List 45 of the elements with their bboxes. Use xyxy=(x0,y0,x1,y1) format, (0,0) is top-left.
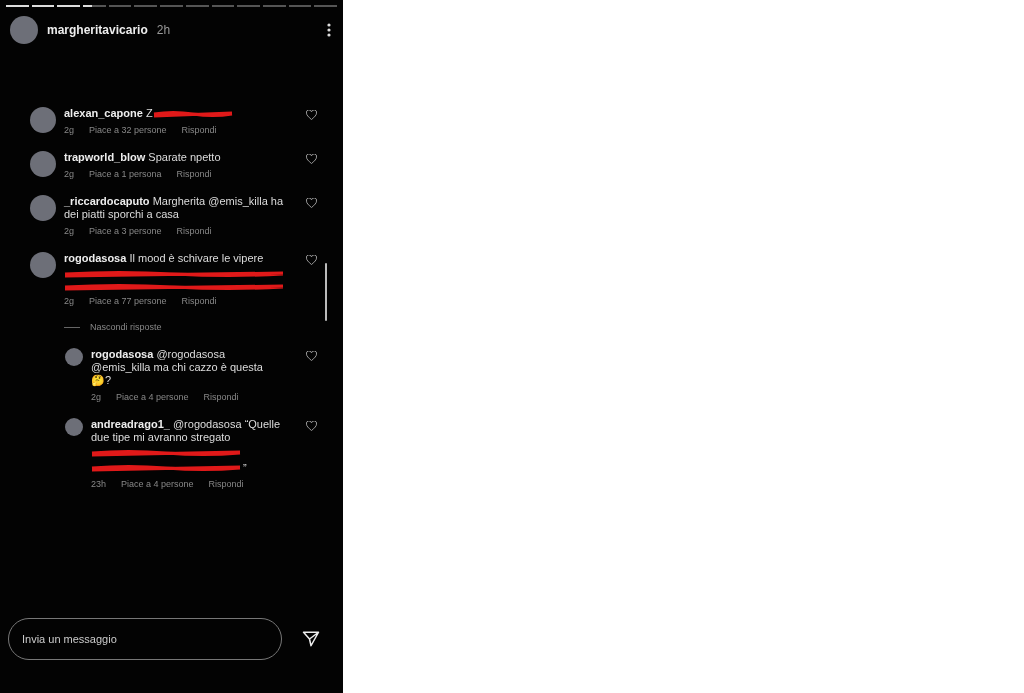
reply-link[interactable]: Rispondi xyxy=(181,296,217,306)
comment-age: 2g xyxy=(64,296,74,306)
comment-text: andreadrago1_ @rogodasosa “Quelle due tipe mi avranno stregato xyxy=(91,418,282,444)
send-icon[interactable] xyxy=(302,630,320,648)
avatar[interactable] xyxy=(65,348,83,366)
heart-icon[interactable] xyxy=(306,421,317,431)
heart-icon[interactable] xyxy=(306,154,317,164)
avatar[interactable] xyxy=(30,107,56,133)
comment-text: trapworld_blow Sparate npetto xyxy=(64,151,222,164)
comment-text: rogodasosa Il mood è schivare le vipere xyxy=(64,252,265,265)
heart-icon[interactable] xyxy=(306,110,317,120)
reply-link[interactable]: Rispondi xyxy=(176,169,212,179)
hide-replies-link[interactable]: Nascondi risposte xyxy=(90,322,162,332)
avatar[interactable] xyxy=(30,195,56,221)
heart-icon[interactable] xyxy=(306,255,317,265)
scrollbar[interactable] xyxy=(325,263,327,321)
comment-age: 2g xyxy=(64,125,74,135)
comment-age: 23h xyxy=(91,479,107,489)
more-options-icon[interactable] xyxy=(327,23,331,37)
comment-age: 2g xyxy=(91,392,101,402)
heart-icon[interactable] xyxy=(306,198,317,208)
comment-age: 2g xyxy=(64,169,74,179)
comment-age: 2g xyxy=(64,226,74,236)
reply-link[interactable]: Rispondi xyxy=(208,479,244,489)
comment-text: alexan_capone Z xyxy=(64,107,284,120)
post-time: 2h xyxy=(156,23,171,37)
quote-mark: ” xyxy=(243,462,247,474)
likes-link[interactable]: Piace a 77 persone xyxy=(89,296,167,306)
likes-link[interactable]: Piace a 4 persone xyxy=(121,479,194,489)
likes-link[interactable]: Piace a 1 persona xyxy=(89,169,162,179)
avatar[interactable] xyxy=(65,418,83,436)
comment-text: rogodasosa @rogodasosa @emis_killa ma chi cazzo è questa 🤔? xyxy=(91,348,264,387)
reply-link[interactable]: Rispondi xyxy=(181,125,217,135)
avatar[interactable] xyxy=(30,252,56,278)
avatar[interactable] xyxy=(10,16,38,44)
heart-icon[interactable] xyxy=(306,351,317,361)
reply-link[interactable]: Rispondi xyxy=(176,226,212,236)
likes-link[interactable]: Piace a 32 persone xyxy=(89,125,167,135)
reply-link[interactable]: Rispondi xyxy=(203,392,239,402)
username[interactable]: margheritavicario xyxy=(47,23,148,37)
message-field[interactable]: Invia un messaggio xyxy=(8,618,282,660)
likes-link[interactable]: Piace a 4 persone xyxy=(116,392,189,402)
comment-text: _riccardocaputo Margherita @emis_killa ha dei piatti sporchi a casa xyxy=(64,195,284,221)
avatar[interactable] xyxy=(30,151,56,177)
likes-link[interactable]: Piace a 3 persone xyxy=(89,226,162,236)
